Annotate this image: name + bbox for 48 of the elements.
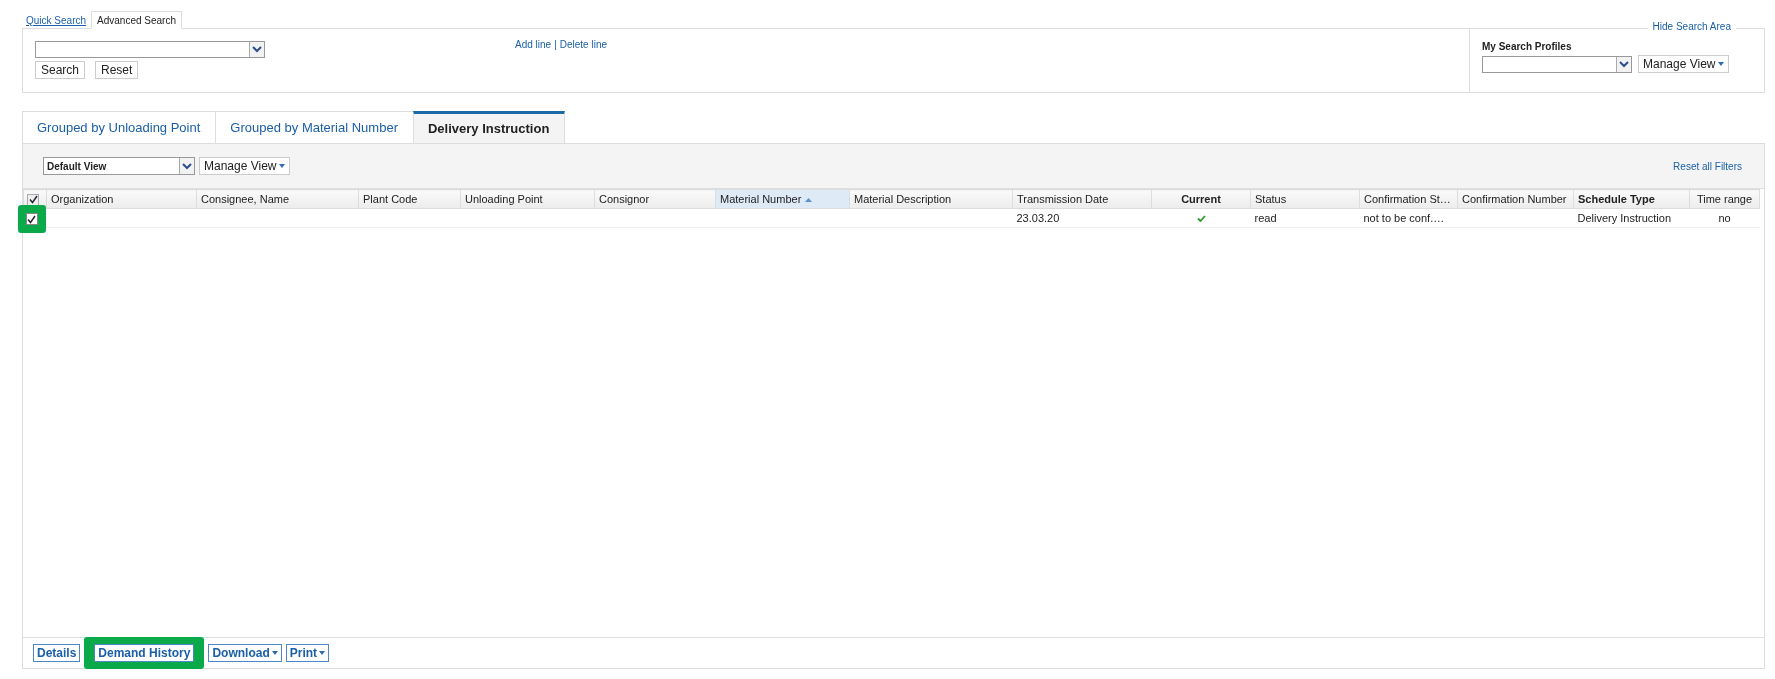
manage-view-button[interactable]: Manage View	[1638, 55, 1729, 73]
search-profiles-label: My Search Profiles	[1482, 41, 1573, 52]
toolbar-button[interactable]: Print	[285, 644, 330, 662]
chevron-down-icon	[249, 42, 264, 57]
column-header[interactable]: Confirmation Number	[1457, 189, 1574, 209]
checkbox[interactable]	[25, 213, 38, 225]
column-header[interactable]: Time range	[1689, 189, 1760, 209]
chevron-down-icon	[179, 158, 194, 174]
toolbar-button[interactable]: Download	[208, 644, 282, 662]
column-header[interactable]: Organization	[46, 189, 197, 209]
search-profile-dropdown[interactable]	[1482, 55, 1632, 73]
column-header[interactable]: Material Number	[715, 189, 850, 209]
search-form-button[interactable]: Reset	[95, 61, 139, 79]
caret-icon	[278, 164, 285, 168]
table-cell: Delivery Instruction	[1577, 212, 1672, 224]
add-line-link[interactable]: Add line	[515, 39, 552, 50]
criteria-dropdown[interactable]	[35, 41, 265, 58]
column-header[interactable]: Current	[1151, 189, 1251, 209]
table-cell: read	[1254, 212, 1277, 224]
column-header[interactable]: Confirmation St…	[1359, 189, 1458, 209]
column-header[interactable]: Schedule Type	[1573, 189, 1690, 209]
result-tab[interactable]: Delivery Instruction	[413, 111, 566, 143]
column-header[interactable]: Plant Code	[358, 189, 461, 209]
chevron-down-icon	[1616, 56, 1631, 72]
column-header[interactable]: Material Description	[849, 189, 1013, 209]
hide-search-area-link[interactable]: Hide Search Area	[1647, 21, 1736, 32]
separator: |	[554, 39, 557, 50]
checkbox[interactable]	[27, 193, 39, 206]
table-cell: not to be conf.…	[1363, 212, 1445, 224]
column-header[interactable]: Consignor	[594, 189, 716, 209]
toolbar-button[interactable]: Details	[33, 644, 81, 662]
reset-filters-link[interactable]: Reset all Filters	[1673, 160, 1742, 172]
caret-icon	[1717, 62, 1724, 66]
table-cell: 23.03.20	[1016, 212, 1060, 224]
result-tab[interactable]: Grouped by Material Number	[215, 111, 413, 143]
table-cell: no	[1718, 212, 1731, 224]
search-form-button[interactable]: Search	[35, 61, 86, 79]
column-header[interactable]: Consignee, Name	[196, 189, 359, 209]
view-dropdown[interactable]: Default View	[43, 157, 195, 175]
toolbar-button[interactable]: Demand History	[94, 644, 195, 662]
search-tab[interactable]: Advanced Search	[91, 11, 182, 29]
manage-view-button[interactable]: Manage View	[199, 157, 290, 175]
result-tab[interactable]: Grouped by Unloading Point	[22, 111, 216, 143]
search-tab[interactable]: Quick Search	[22, 12, 92, 28]
column-header[interactable]: Status	[1250, 189, 1360, 209]
column-header[interactable]: Unloading Point	[460, 189, 595, 209]
delete-line-link[interactable]: Delete line	[559, 39, 607, 50]
column-header[interactable]: Transmission Date	[1012, 189, 1152, 209]
